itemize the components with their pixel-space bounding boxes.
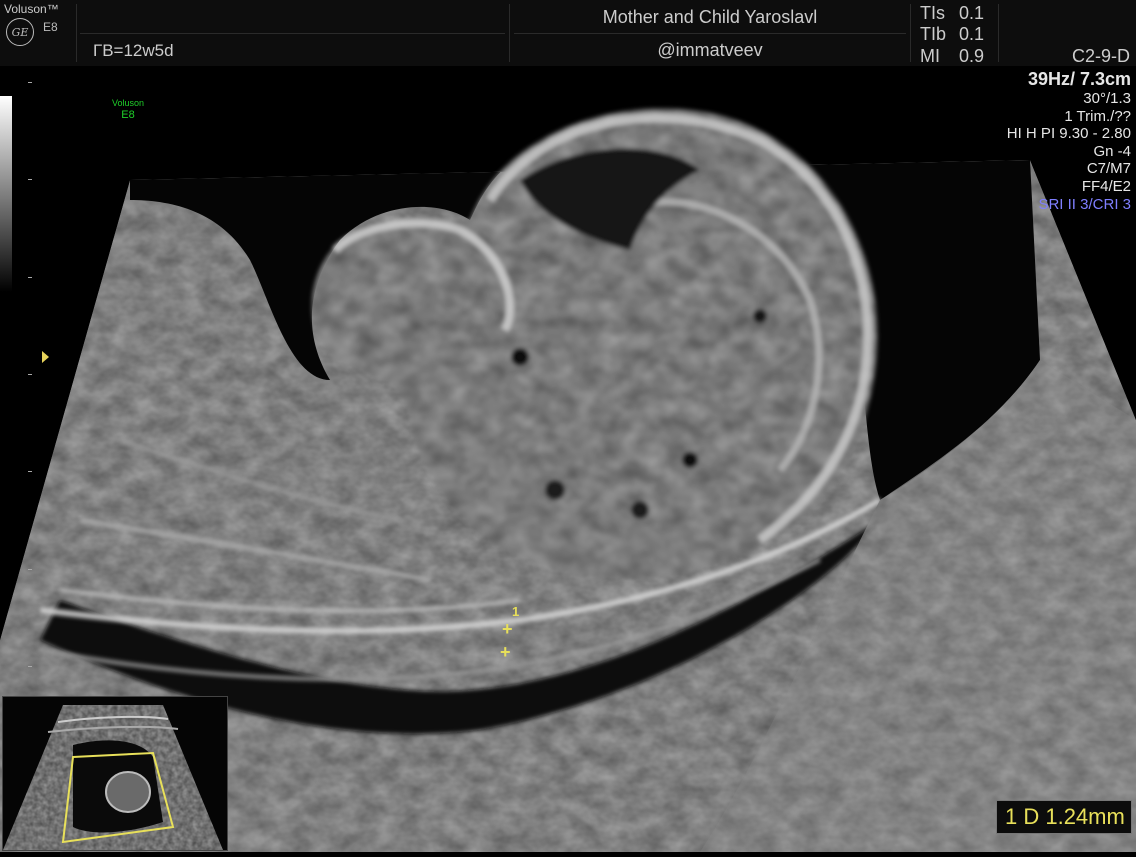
brand-name: Voluson™ xyxy=(4,2,59,16)
param-tis: TIs 0.1 xyxy=(920,3,984,24)
gestational-age: ГВ=12w5d xyxy=(93,41,174,60)
depth-tick xyxy=(28,471,32,472)
param-value: 0.1 xyxy=(959,24,985,44)
watermark-brand: Voluson xyxy=(112,98,145,108)
depth-tick xyxy=(28,569,32,570)
caliper-start-icon[interactable]: + xyxy=(502,620,513,638)
caliper-end-icon[interactable]: + xyxy=(500,643,511,661)
gain-setting: Gn -4 xyxy=(1093,142,1131,160)
imaging-settings: 39Hz/ 7.3cm 30°/1.3 1 Trim./?? HI H PI 9… xyxy=(1007,68,1131,213)
depth-tick xyxy=(28,374,32,375)
greyscale-bar xyxy=(0,96,12,292)
focus-marker-icon[interactable] xyxy=(42,351,49,363)
param-label: MI xyxy=(920,46,940,66)
measurement-result: 1 D 1.24mm xyxy=(996,800,1132,834)
depth-tick xyxy=(28,82,32,83)
param-value: 0.1 xyxy=(959,3,985,23)
frequency-depth: 39Hz/ 7.3cm xyxy=(1027,69,1131,89)
header-divider xyxy=(998,4,999,62)
depth-tick xyxy=(28,179,32,180)
header-divider xyxy=(76,4,77,62)
param-label: TIb xyxy=(920,24,947,44)
filter-setting: FF4/E2 xyxy=(1081,177,1131,195)
header-bar: Voluson™ GE E8 ГВ=12w5d Mother and Child… xyxy=(0,0,1136,66)
overview-thumbnail[interactable] xyxy=(2,696,228,851)
watermark: Voluson E8 xyxy=(112,97,144,121)
depth-tick xyxy=(28,666,32,667)
author-handle: @immatveev xyxy=(657,40,763,60)
header-divider xyxy=(910,4,911,62)
model-name: E8 xyxy=(43,20,58,34)
param-mi: MI 0.9 xyxy=(920,46,984,67)
depth-tick xyxy=(28,277,32,278)
header-divider xyxy=(514,33,906,34)
param-tib: TIb 0.1 xyxy=(920,24,984,45)
watermark-model: E8 xyxy=(121,109,135,121)
header-divider xyxy=(80,33,505,34)
param-label: TIs xyxy=(920,3,945,23)
harmonics-setting: HI H PI 9.30 - 2.80 xyxy=(1006,125,1131,143)
sri-setting: SRI II 3/CRI 3 xyxy=(1038,195,1131,213)
header-divider xyxy=(509,4,510,62)
institution-name: Mother and Child Yaroslavl xyxy=(602,7,818,27)
probe-name: C2-9-D xyxy=(1071,46,1130,66)
ge-logo-icon: GE xyxy=(6,18,34,46)
caliper-index: 1 xyxy=(512,604,520,619)
preset-setting: 1 Trim./?? xyxy=(1064,107,1131,125)
compound-setting: C7/M7 xyxy=(1086,160,1131,178)
param-value: 0.9 xyxy=(959,46,985,66)
angle-setting: 30°/1.3 xyxy=(1083,90,1131,107)
